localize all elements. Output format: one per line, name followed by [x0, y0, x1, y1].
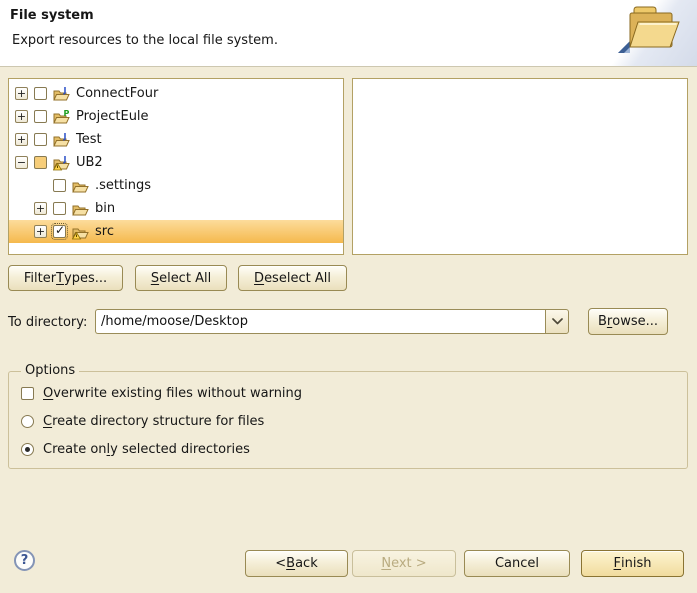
tree-row-bin[interactable]: bin	[9, 197, 343, 220]
option-create-selected[interactable]: Create only selected directories	[21, 442, 250, 457]
tree-row-connectfour[interactable]: J ConnectFour	[9, 82, 343, 105]
expand-toggle-icon[interactable]	[15, 87, 28, 100]
button-label: <	[275, 556, 286, 571]
button-label: Filter	[24, 271, 56, 286]
button-label: B	[286, 556, 295, 571]
collapse-toggle-icon[interactable]	[15, 156, 28, 169]
chevron-down-icon	[552, 318, 563, 325]
option-label-part: O	[43, 386, 53, 401]
back-button[interactable]: < Back	[245, 550, 348, 577]
button-label: D	[254, 271, 264, 286]
create-selected-radio[interactable]	[21, 443, 34, 456]
button-label: owse...	[612, 314, 658, 329]
button-label: eselect All	[264, 271, 331, 286]
p-project-folder-icon: P	[53, 109, 70, 125]
checkbox-checked[interactable]	[53, 225, 66, 238]
checkbox[interactable]	[53, 179, 66, 192]
option-label[interactable]: Create only selected directories	[43, 442, 250, 457]
svg-text:J: J	[63, 155, 67, 164]
button-label: Cancel	[495, 556, 539, 571]
to-directory-label: To directory:	[8, 315, 87, 330]
tree-row-test[interactable]: J Test	[9, 128, 343, 151]
checkbox[interactable]	[34, 110, 47, 123]
tree-item-label: UB2	[76, 155, 103, 170]
options-legend: Options	[21, 363, 79, 378]
tree-row-ub2[interactable]: J UB2	[9, 151, 343, 174]
option-create-structure[interactable]: Create directory structure for files	[21, 414, 264, 429]
help-button[interactable]: ?	[14, 550, 35, 571]
folder-icon	[72, 201, 89, 217]
tree-item-label: ConnectFour	[76, 86, 158, 101]
question-mark-icon: ?	[21, 553, 29, 568]
button-label: B	[598, 314, 607, 329]
export-wizard-dialog: File system Export resources to the loca…	[0, 0, 697, 593]
filter-types-button[interactable]: Filter Types...	[8, 265, 123, 291]
cancel-button[interactable]: Cancel	[464, 550, 570, 577]
option-label-part: reate directory structure for files	[52, 414, 264, 429]
option-label-part: y selected directories	[110, 442, 250, 457]
options-group: Options Overwrite existing files without…	[8, 371, 688, 469]
option-label[interactable]: Overwrite existing files without warning	[43, 386, 302, 401]
button-label: F	[614, 556, 621, 571]
create-structure-radio[interactable]	[21, 415, 34, 428]
tree-item-label: bin	[95, 201, 115, 216]
button-label: T	[56, 271, 64, 286]
button-label: S	[151, 271, 159, 286]
checkbox[interactable]	[53, 202, 66, 215]
tree-item-label: ProjectEule	[76, 109, 149, 124]
button-label: ext >	[391, 556, 427, 571]
warning-folder-icon	[72, 224, 89, 240]
option-label-part: Create on	[43, 442, 107, 457]
expand-toggle-icon[interactable]	[34, 202, 47, 215]
overwrite-checkbox[interactable]	[21, 387, 34, 400]
tree-row-projecteule[interactable]: P ProjectEule	[9, 105, 343, 128]
finish-button[interactable]: Finish	[581, 550, 684, 577]
java-project-folder-icon: J	[53, 86, 70, 102]
resource-tree-panel[interactable]: J ConnectFour P ProjectEule J Test	[8, 78, 344, 255]
browse-button[interactable]: Browse...	[588, 308, 668, 335]
button-label: inish	[621, 556, 651, 571]
page-title: File system	[10, 8, 94, 23]
button-label: elect All	[159, 271, 211, 286]
button-label: ack	[295, 556, 318, 571]
tree-row-settings[interactable]: .settings	[9, 174, 343, 197]
svg-text:J: J	[63, 132, 67, 141]
svg-text:J: J	[63, 86, 67, 95]
directory-dropdown-button[interactable]	[545, 309, 569, 334]
tree-item-label: .settings	[95, 178, 151, 193]
tree-row-src-selected[interactable]: src	[9, 220, 343, 243]
directory-input[interactable]	[95, 309, 545, 334]
next-button[interactable]: Next >	[352, 550, 456, 577]
option-overwrite[interactable]: Overwrite existing files without warning	[21, 386, 302, 401]
deselect-all-button[interactable]: Deselect All	[238, 265, 347, 291]
wizard-banner: File system Export resources to the loca…	[0, 0, 697, 67]
tree-item-label: src	[95, 224, 114, 239]
folder-icon	[72, 178, 89, 194]
checkbox[interactable]	[34, 87, 47, 100]
option-label-part: verwrite existing files without warning	[53, 386, 302, 401]
expand-toggle-icon[interactable]	[15, 110, 28, 123]
expand-toggle-icon[interactable]	[34, 225, 47, 238]
option-label[interactable]: Create directory structure for files	[43, 414, 264, 429]
select-all-button[interactable]: Select All	[135, 265, 227, 291]
button-label: N	[381, 556, 391, 571]
button-label: ypes...	[64, 271, 107, 286]
expand-toggle-icon[interactable]	[15, 133, 28, 146]
java-warning-folder-icon: J	[53, 155, 70, 171]
option-label-part: C	[43, 414, 52, 429]
tree-item-label: Test	[76, 132, 102, 147]
java-project-folder-icon: J	[53, 132, 70, 148]
svg-text:P: P	[64, 109, 70, 118]
checkbox-partial[interactable]	[34, 156, 47, 169]
page-description: Export resources to the local file syste…	[12, 33, 278, 48]
checkbox[interactable]	[34, 133, 47, 146]
file-list-panel[interactable]	[352, 78, 688, 255]
export-folder-icon	[619, 3, 681, 55]
